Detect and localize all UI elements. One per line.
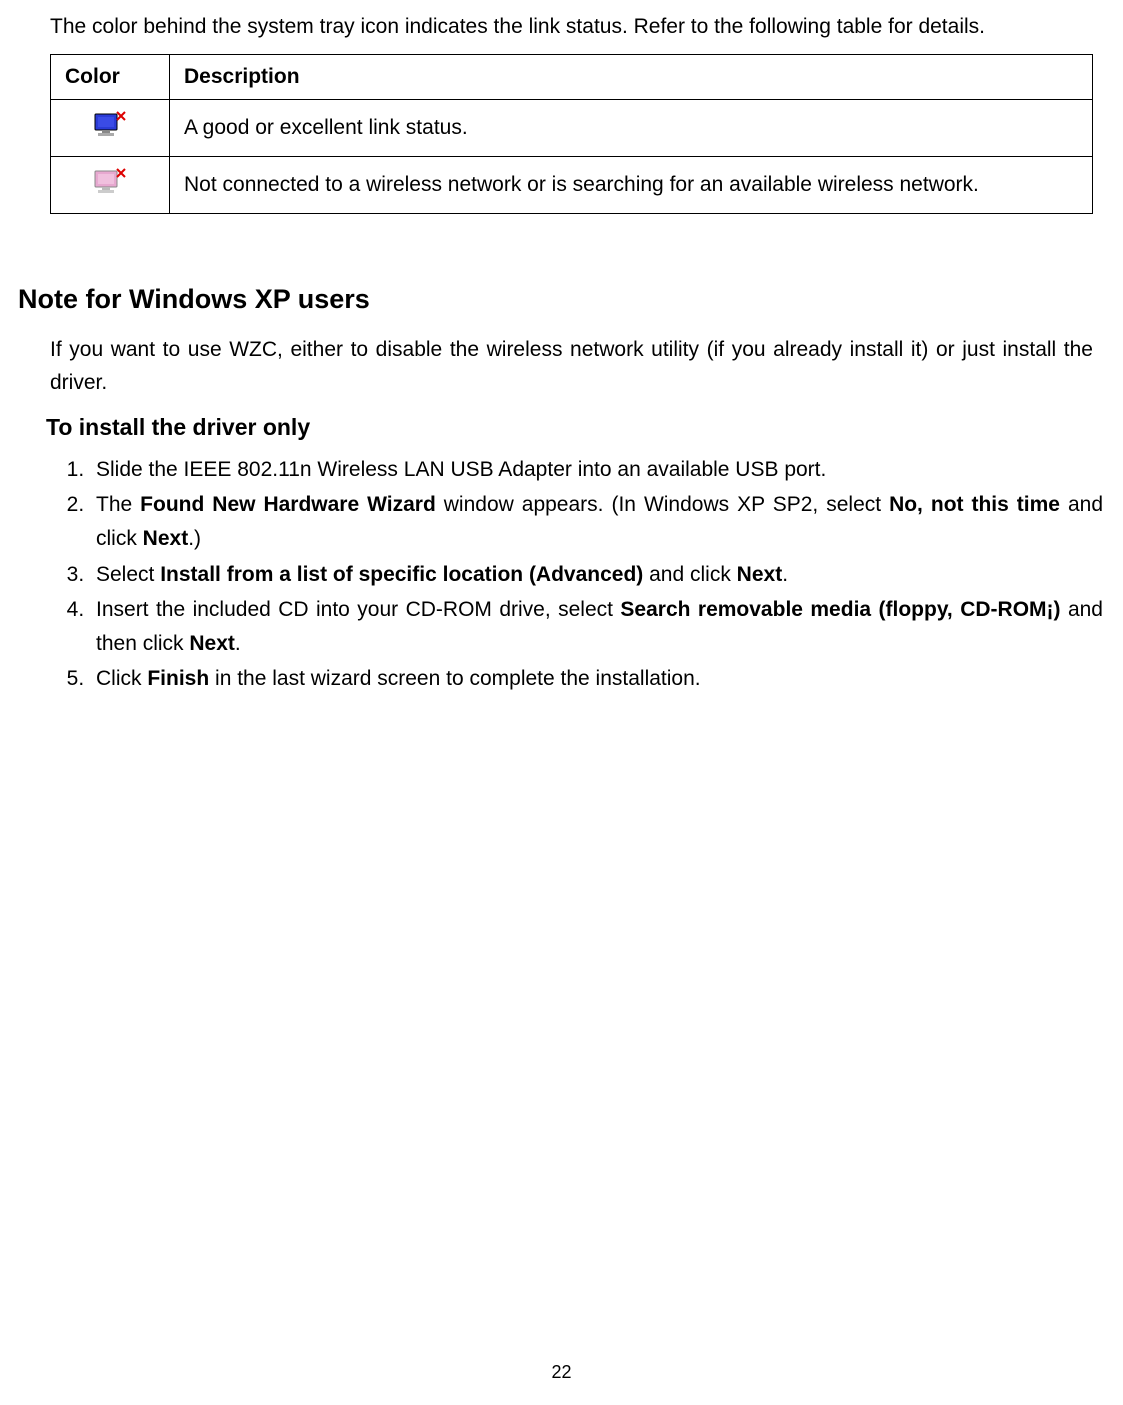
bold-text: Next [143, 527, 189, 550]
bold-text: No, not this time [889, 493, 1060, 516]
document-page: The color behind the system tray icon in… [0, 0, 1123, 718]
status-table: Color Description [50, 54, 1093, 214]
desc-cell-disconnected: Not connected to a wireless network or i… [170, 156, 1093, 213]
step-item: Click Finish in the last wizard screen t… [90, 662, 1103, 696]
text: The [96, 493, 140, 516]
text: window appears. (In Windows XP SP2, sele… [436, 493, 889, 516]
subsection-heading: To install the driver only [46, 414, 1113, 441]
text: Click [96, 667, 147, 690]
icon-cell-connected [51, 99, 170, 156]
table-header-color: Color [51, 54, 170, 99]
bold-text: Found New Hardware Wizard [140, 493, 436, 516]
text: Select [96, 563, 160, 586]
steps-list: Slide the IEEE 802.11n Wireless LAN USB … [50, 453, 1103, 696]
step-item: The Found New Hardware Wizard window app… [90, 488, 1103, 555]
text: . [235, 632, 241, 655]
icon-cell-disconnected [51, 156, 170, 213]
step-item: Insert the included CD into your CD-ROM … [90, 593, 1103, 660]
step-item: Slide the IEEE 802.11n Wireless LAN USB … [90, 453, 1103, 487]
table-row: Not connected to a wireless network or i… [51, 156, 1093, 213]
text: Slide the IEEE 802.11n Wireless LAN USB … [96, 458, 826, 481]
bold-text: Install from a list of specific location… [160, 563, 643, 586]
section-heading: Note for Windows XP users [18, 284, 1113, 315]
table-header-description: Description [170, 54, 1093, 99]
desc-cell-connected: A good or excellent link status. [170, 99, 1093, 156]
text: .) [188, 527, 201, 550]
bold-text: Next [189, 632, 235, 655]
page-number: 22 [0, 1362, 1123, 1383]
text: . [782, 563, 788, 586]
bold-text: Next [737, 563, 783, 586]
tray-icon-blue [93, 110, 127, 140]
intro-paragraph: The color behind the system tray icon in… [50, 10, 1093, 44]
table-row: A good or excellent link status. [51, 99, 1093, 156]
text: and click [643, 563, 736, 586]
bold-text: Finish [147, 667, 209, 690]
text: in the last wizard screen to complete th… [209, 667, 700, 690]
text: Insert the included CD into your CD-ROM … [96, 598, 620, 621]
section-paragraph: If you want to use WZC, either to disabl… [50, 333, 1093, 400]
bold-text: Search removable media (floppy, CD-ROM¡­… [620, 598, 1060, 621]
step-item: Select Install from a list of specific l… [90, 558, 1103, 592]
tray-icon-pink [93, 167, 127, 197]
